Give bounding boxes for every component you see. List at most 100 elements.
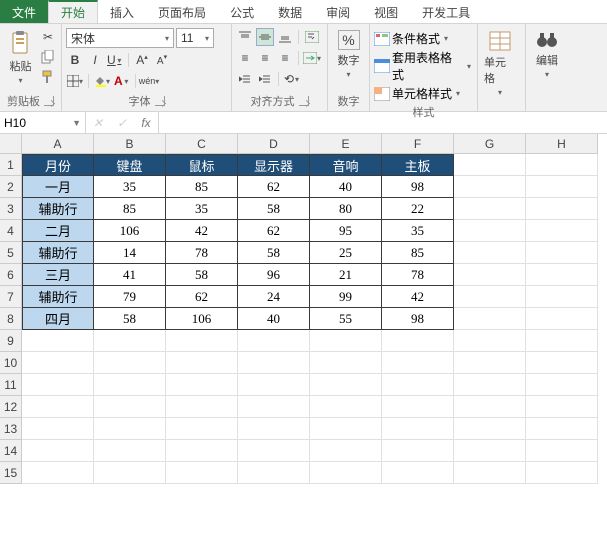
cell[interactable] <box>310 330 382 352</box>
cell[interactable] <box>382 352 454 374</box>
cell[interactable] <box>454 330 526 352</box>
col-header[interactable]: C <box>166 134 238 154</box>
cell[interactable] <box>382 462 454 484</box>
row-header[interactable]: 7 <box>0 286 22 308</box>
cell[interactable] <box>310 440 382 462</box>
cell[interactable] <box>454 308 526 330</box>
cell[interactable] <box>454 176 526 198</box>
cell[interactable]: 主板 <box>382 154 454 176</box>
cell[interactable] <box>166 440 238 462</box>
cell[interactable]: 鼠标 <box>166 154 238 176</box>
cell[interactable] <box>310 352 382 374</box>
cell[interactable] <box>526 176 598 198</box>
row-header[interactable]: 5 <box>0 242 22 264</box>
cell[interactable] <box>382 374 454 396</box>
cell[interactable] <box>526 198 598 220</box>
bold-button[interactable]: B <box>66 51 84 69</box>
cell[interactable]: 41 <box>94 264 166 286</box>
cell[interactable]: 辅助行 <box>22 242 94 264</box>
cell[interactable]: 106 <box>94 220 166 242</box>
cell[interactable]: 62 <box>238 220 310 242</box>
paste-button[interactable]: 粘贴 ▾ <box>4 28 37 87</box>
tab-formulas[interactable]: 公式 <box>218 0 266 23</box>
row-header[interactable]: 12 <box>0 396 22 418</box>
row-header[interactable]: 9 <box>0 330 22 352</box>
cell[interactable] <box>526 440 598 462</box>
enter-formula-button[interactable]: ✓ <box>110 116 134 130</box>
cell[interactable]: 二月 <box>22 220 94 242</box>
row-header[interactable]: 1 <box>0 154 22 176</box>
cell[interactable]: 58 <box>238 198 310 220</box>
cell[interactable]: 键盘 <box>94 154 166 176</box>
cell[interactable] <box>238 440 310 462</box>
cell[interactable] <box>238 352 310 374</box>
font-launcher[interactable] <box>155 96 165 106</box>
cell[interactable]: 辅助行 <box>22 198 94 220</box>
cell[interactable]: 24 <box>238 286 310 308</box>
cell[interactable] <box>526 374 598 396</box>
cell[interactable] <box>238 330 310 352</box>
col-header[interactable]: E <box>310 134 382 154</box>
cell[interactable] <box>454 154 526 176</box>
grow-font-button[interactable]: A▴ <box>133 51 151 69</box>
cell[interactable] <box>166 330 238 352</box>
cell[interactable]: 96 <box>238 264 310 286</box>
cell[interactable] <box>166 462 238 484</box>
cell[interactable]: 40 <box>238 308 310 330</box>
cell[interactable] <box>94 330 166 352</box>
cell[interactable]: 显示器 <box>238 154 310 176</box>
cell[interactable] <box>526 418 598 440</box>
row-header[interactable]: 10 <box>0 352 22 374</box>
cell-styles-button[interactable]: 单元格样式▾ <box>374 85 462 102</box>
col-header[interactable]: G <box>454 134 526 154</box>
merge-button[interactable]: ▾ <box>303 49 321 67</box>
cell[interactable]: 21 <box>310 264 382 286</box>
row-header[interactable]: 4 <box>0 220 22 242</box>
table-format-button[interactable]: 套用表格格式▾ <box>374 49 473 83</box>
col-header[interactable]: H <box>526 134 598 154</box>
tab-review[interactable]: 审阅 <box>314 0 362 23</box>
cell[interactable] <box>454 220 526 242</box>
cell[interactable] <box>22 374 94 396</box>
cell[interactable]: 辅助行 <box>22 286 94 308</box>
cut-button[interactable]: ✂ <box>39 28 57 46</box>
find-button[interactable]: 编辑▾ <box>530 28 564 81</box>
row-header[interactable]: 14 <box>0 440 22 462</box>
cell[interactable] <box>22 418 94 440</box>
cell[interactable]: 85 <box>382 242 454 264</box>
decrease-indent-button[interactable] <box>236 70 254 88</box>
cell[interactable]: 78 <box>166 242 238 264</box>
cell[interactable]: 35 <box>382 220 454 242</box>
row-header[interactable]: 2 <box>0 176 22 198</box>
tab-view[interactable]: 视图 <box>362 0 410 23</box>
cell[interactable]: 58 <box>238 242 310 264</box>
cell[interactable] <box>526 242 598 264</box>
cell[interactable] <box>526 308 598 330</box>
cell[interactable] <box>526 462 598 484</box>
formula-input[interactable] <box>159 112 607 133</box>
shrink-font-button[interactable]: A▾ <box>153 51 171 69</box>
tab-developer[interactable]: 开发工具 <box>410 0 482 23</box>
cell[interactable]: 四月 <box>22 308 94 330</box>
cell[interactable]: 40 <box>310 176 382 198</box>
conditional-format-button[interactable]: 条件格式▾ <box>374 30 450 47</box>
cell[interactable] <box>310 462 382 484</box>
cell[interactable]: 80 <box>310 198 382 220</box>
orientation-button[interactable]: ⟲▾ <box>283 70 301 88</box>
cell[interactable]: 22 <box>382 198 454 220</box>
cell[interactable] <box>526 220 598 242</box>
cell[interactable] <box>454 286 526 308</box>
format-painter-button[interactable] <box>39 68 57 86</box>
cancel-formula-button[interactable]: ✕ <box>86 116 110 130</box>
cell[interactable] <box>454 374 526 396</box>
wrap-text-button[interactable] <box>303 28 321 46</box>
cell[interactable] <box>382 330 454 352</box>
row-header[interactable]: 13 <box>0 418 22 440</box>
cell[interactable]: 35 <box>166 198 238 220</box>
increase-indent-button[interactable] <box>256 70 274 88</box>
cell[interactable]: 78 <box>382 264 454 286</box>
cell[interactable] <box>166 418 238 440</box>
cell[interactable]: 62 <box>238 176 310 198</box>
tab-home[interactable]: 开始 <box>48 0 98 23</box>
cell[interactable] <box>454 198 526 220</box>
